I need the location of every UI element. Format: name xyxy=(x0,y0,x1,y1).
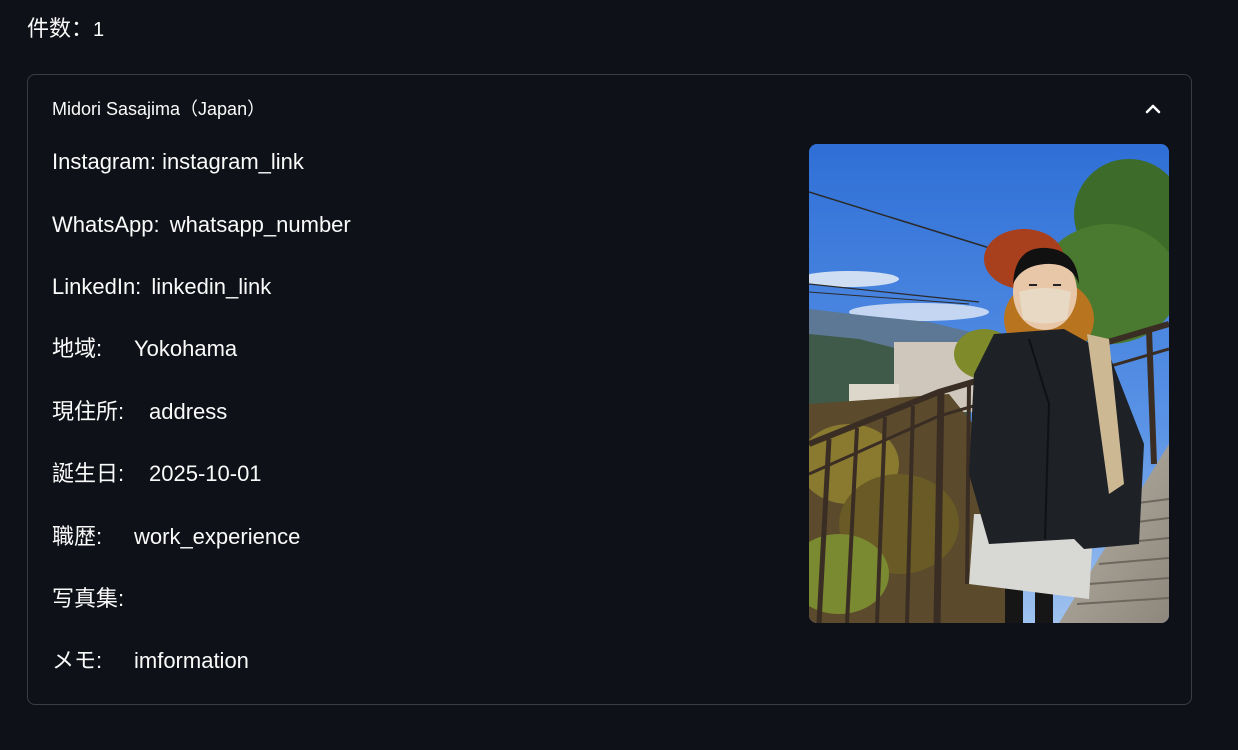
field-region: 地域: Yokohama xyxy=(52,334,237,364)
field-value: work_experience xyxy=(134,524,301,549)
field-label: Instagram: xyxy=(52,149,156,174)
field-address: 現住所: address xyxy=(52,397,227,427)
field-memo: メモ: imformation xyxy=(52,646,249,676)
field-label: 地域: xyxy=(52,336,103,361)
field-value: Yokohama xyxy=(134,336,238,361)
field-value: address xyxy=(149,399,228,424)
profile-photo xyxy=(809,144,1169,623)
result-count: 件数：1 xyxy=(27,14,104,45)
field-whatsapp: WhatsApp: whatsapp_number xyxy=(52,210,351,240)
field-label: 職歴: xyxy=(52,524,103,549)
field-work-history: 職歴: work_experience xyxy=(52,522,300,552)
field-instagram: Instagram: instagram_link xyxy=(52,147,304,177)
field-value: linkedin_link xyxy=(151,274,272,299)
expander-title: Midori Sasajima（Japan） xyxy=(52,99,266,119)
chevron-up-icon[interactable] xyxy=(1141,97,1165,121)
field-label: 現住所: xyxy=(52,399,125,424)
field-value: 2025-10-01 xyxy=(149,461,262,486)
field-value: whatsapp_number xyxy=(169,212,351,237)
field-linkedin: LinkedIn: linkedin_link xyxy=(52,272,271,302)
field-label: 誕生日: xyxy=(52,461,125,486)
field-birthday: 誕生日: 2025-10-01 xyxy=(52,459,262,489)
result-count-label: 件数： xyxy=(27,16,94,41)
field-value: imformation xyxy=(134,648,249,673)
field-photo-album: 写真集: xyxy=(52,584,130,614)
result-count-value: 1 xyxy=(93,19,105,41)
expander-header[interactable]: Midori Sasajima（Japan） xyxy=(28,75,1191,143)
field-label: WhatsApp: xyxy=(52,212,160,237)
profile-expander: Midori Sasajima（Japan） Instagram: instag… xyxy=(27,74,1192,705)
field-label: LinkedIn: xyxy=(52,274,142,299)
field-value: instagram_link xyxy=(162,149,304,174)
field-label: メモ: xyxy=(52,648,103,673)
field-label: 写真集: xyxy=(52,586,125,611)
